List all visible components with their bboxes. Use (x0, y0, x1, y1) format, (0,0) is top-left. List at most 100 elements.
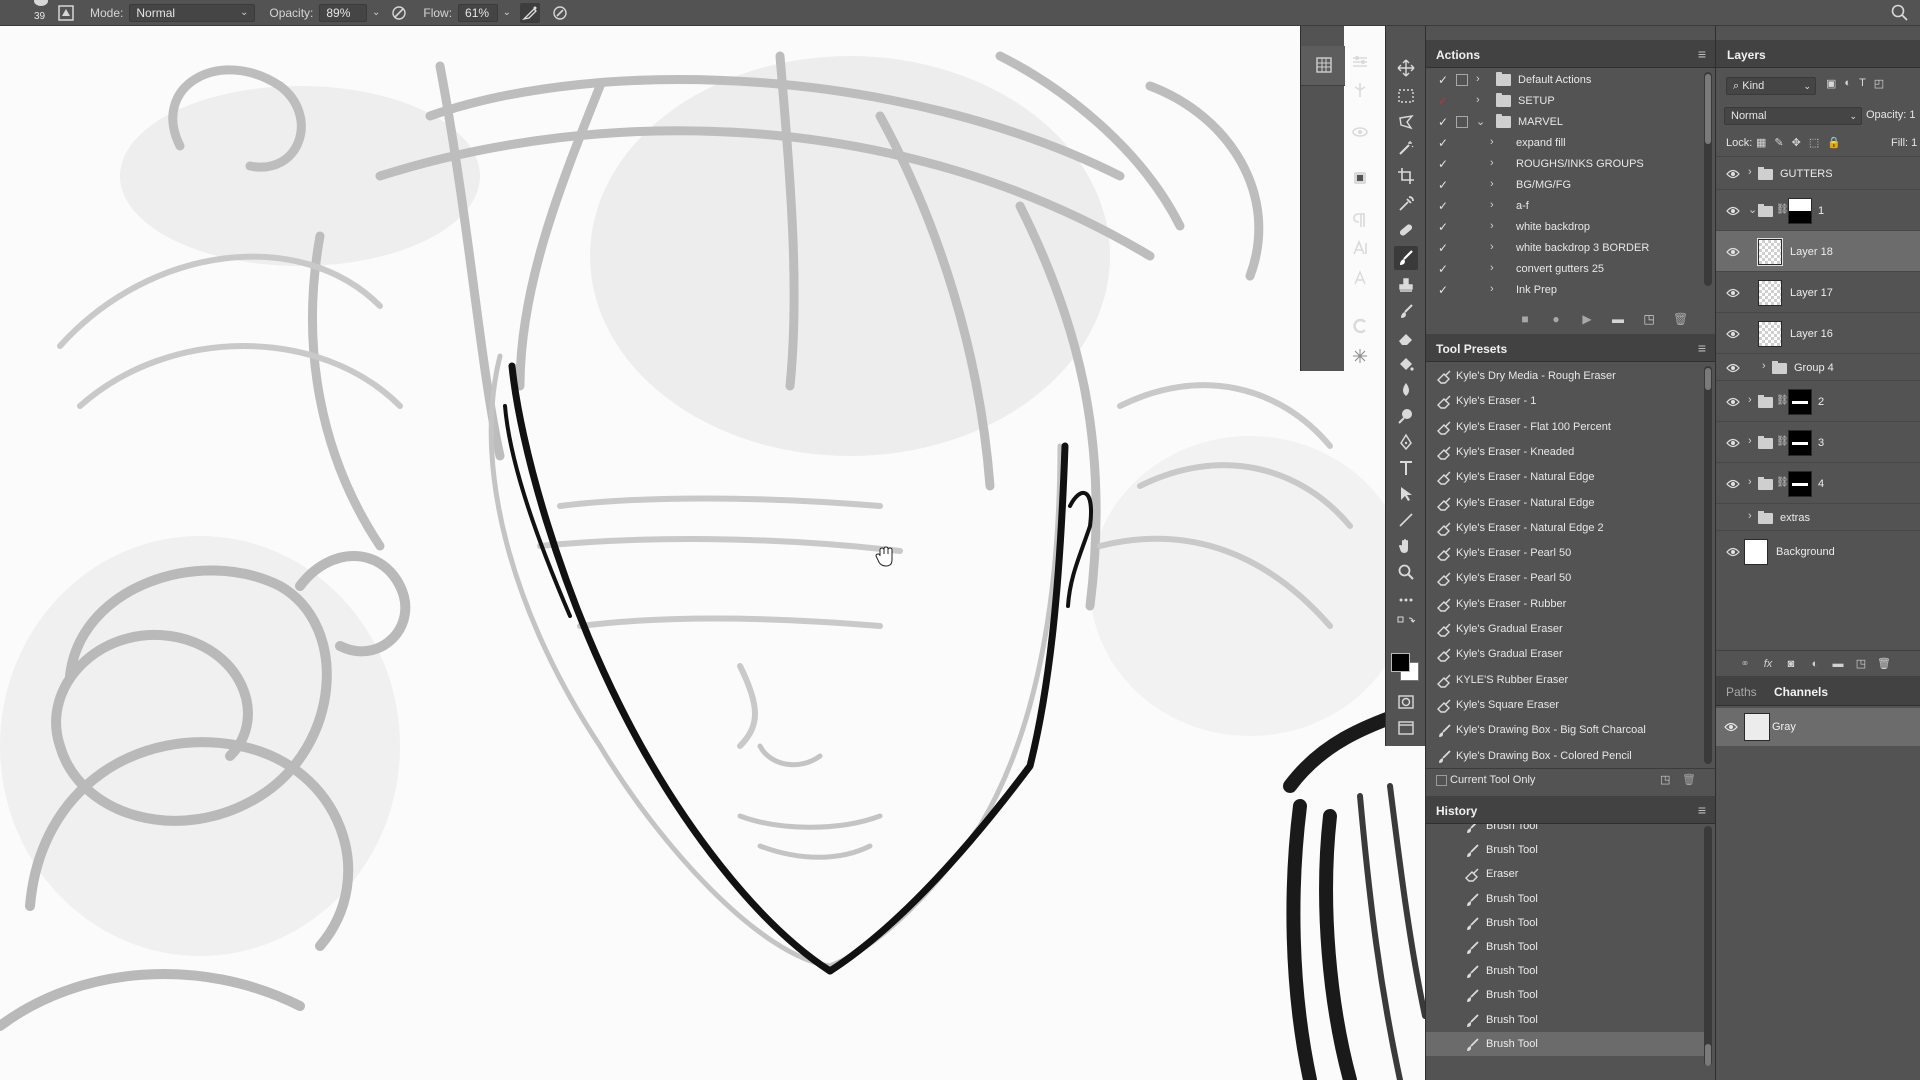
layer-opacity-field[interactable]: Opacity: 1 (1866, 109, 1916, 121)
eye-icon[interactable] (1726, 168, 1740, 180)
line-tool-icon[interactable] (1394, 508, 1418, 532)
tool-preset-item[interactable]: Kyle's Eraser - Natural Edge (1426, 491, 1704, 516)
action-row[interactable]: ✓ › a-f (1426, 196, 1704, 217)
trash-icon[interactable]: 🗑 (1682, 773, 1696, 787)
chevron-right-icon[interactable]: › (1490, 241, 1494, 253)
layer-row[interactable]: › ⛓ 2 (1716, 380, 1920, 421)
blend-mode-select[interactable]: Normal ⌄ (1724, 107, 1862, 125)
history-state[interactable]: Eraser (1426, 862, 1704, 886)
layer-row[interactable]: › GUTTERS (1716, 156, 1920, 189)
quick-mask-icon[interactable] (1394, 690, 1418, 714)
pen-tool-icon[interactable] (1394, 430, 1418, 454)
mode-select[interactable]: Normal ⌄ (129, 3, 256, 22)
tool-preset-item[interactable]: KYLE'S Rubber Eraser (1426, 668, 1704, 693)
eye-icon[interactable] (1726, 396, 1740, 408)
properties-icon[interactable] (1348, 50, 1372, 74)
pressure-size-icon[interactable] (550, 3, 570, 23)
chevron-down-icon[interactable]: ⌄ (1476, 115, 1485, 128)
checkmark-icon[interactable]: ✓ (1436, 157, 1450, 171)
lock-image-icon[interactable]: ✎ (1774, 136, 1783, 149)
new-preset-icon[interactable]: ◳ (1660, 773, 1674, 787)
swap-colors-icon[interactable] (1394, 614, 1418, 628)
lock-all-icon[interactable]: 🔒 (1827, 136, 1841, 149)
healing-brush-tool-icon[interactable] (1394, 218, 1418, 242)
panel-menu-icon[interactable]: ≡ (1698, 802, 1706, 818)
glyphs-icon[interactable] (1348, 266, 1372, 290)
3d-icon[interactable] (1348, 120, 1372, 144)
brush-settings-icon[interactable] (56, 3, 76, 23)
history-state[interactable]: Brush Tool (1426, 959, 1704, 983)
tool-preset-item[interactable]: Kyle's Eraser - Pearl 50 (1426, 541, 1704, 566)
history-state[interactable]: Brush Tool (1426, 1031, 1704, 1056)
new-set-folder-icon[interactable]: ▬ (1611, 312, 1625, 326)
action-row[interactable]: ✓ › white backdrop 3 BORDER (1426, 238, 1704, 259)
crop-tool-icon[interactable] (1394, 164, 1418, 188)
channel-row-gray[interactable]: Gray (1716, 708, 1920, 746)
checkmark-icon[interactable]: ✓ (1436, 241, 1450, 255)
document-canvas[interactable] (0, 26, 1425, 1080)
history-state[interactable]: Brush Tool (1426, 911, 1704, 935)
tool-preset-item[interactable]: Kyle's Drawing Box - Big Soft Charcoal (1426, 718, 1704, 743)
current-tool-only-checkbox[interactable] (1436, 775, 1447, 786)
layer-row[interactable]: › extras (1716, 503, 1920, 530)
layer-row[interactable]: Background (1716, 530, 1920, 571)
eye-icon[interactable] (1726, 362, 1740, 374)
chevron-right-icon[interactable]: › (1490, 178, 1494, 190)
path-selection-tool-icon[interactable] (1394, 482, 1418, 506)
chevron-right-icon[interactable]: › (1476, 94, 1480, 106)
tool-presets-panel-header[interactable]: Tool Presets ≡ (1426, 334, 1716, 362)
chevron-right-icon[interactable]: › (1490, 220, 1494, 232)
history-state[interactable]: Brush Tool (1426, 838, 1704, 862)
pressure-opacity-icon[interactable] (389, 3, 409, 23)
action-set-row[interactable]: ✓ › SETUP (1426, 91, 1704, 112)
eye-icon[interactable] (1726, 512, 1740, 524)
layer-row[interactable]: › ⛓ 3 (1716, 421, 1920, 462)
clone-stamp-tool-icon[interactable] (1394, 274, 1418, 298)
screen-mode-icon[interactable] (1394, 716, 1418, 740)
marquee-tool-icon[interactable] (1394, 84, 1418, 108)
character-icon[interactable] (1348, 166, 1372, 190)
checkmark-icon[interactable]: ✓ (1436, 136, 1450, 150)
eye-icon[interactable] (1726, 246, 1740, 258)
action-row[interactable]: ✓ › Ink Prep (1426, 280, 1704, 301)
hand-tool-icon[interactable] (1394, 534, 1418, 558)
chevron-right-icon[interactable]: › (1748, 510, 1752, 522)
layer-row[interactable]: › Group 4 (1716, 353, 1920, 380)
checkmark-icon[interactable]: ✓ (1436, 178, 1450, 192)
new-action-icon[interactable]: ◳ (1642, 312, 1656, 326)
lasso-tool-icon[interactable] (1394, 110, 1418, 134)
tool-preset-item[interactable]: Kyle's Eraser - Pearl 50 (1426, 566, 1704, 591)
checkmark-icon[interactable]: ✓ (1436, 115, 1450, 129)
tool-preset-item[interactable]: Kyle's Eraser - Flat 100 Percent (1426, 415, 1704, 440)
panel-menu-icon[interactable]: ≡ (1698, 340, 1706, 356)
fx-icon[interactable]: fx (1761, 657, 1775, 671)
checkmark-icon[interactable]: ✓ (1436, 73, 1450, 87)
shape-filter-icon[interactable]: ◰ (1874, 77, 1884, 95)
actions-scrollbar[interactable] (1704, 72, 1712, 286)
brush-tool-icon[interactable] (1394, 246, 1418, 270)
panel-menu-icon[interactable]: ≡ (1698, 46, 1706, 62)
layers-panel-header[interactable]: Layers (1716, 40, 1920, 68)
stop-icon[interactable]: ■ (1518, 312, 1532, 326)
flow-field[interactable]: 61% ⌄ (458, 3, 511, 22)
tab-paths[interactable]: Paths (1726, 685, 1757, 699)
more-tools-icon[interactable] (1394, 588, 1418, 612)
tool-preset-item[interactable]: Kyle's Eraser - 1 (1426, 389, 1704, 414)
paint-bucket-tool-icon[interactable] (1394, 352, 1418, 376)
eye-icon[interactable] (1726, 437, 1740, 449)
pixel-filter-icon[interactable]: ▣ (1826, 77, 1836, 95)
action-set-row[interactable]: ✓ ⌄ MARVEL (1426, 112, 1704, 133)
action-row[interactable]: ✓ › white backdrop (1426, 217, 1704, 238)
chevron-right-icon[interactable]: › (1476, 73, 1480, 85)
trash-icon[interactable]: 🗑 (1877, 657, 1891, 671)
chevron-right-icon[interactable]: › (1490, 262, 1494, 274)
trash-icon[interactable]: 🗑 (1673, 312, 1688, 326)
eye-icon[interactable] (1726, 287, 1740, 299)
layer-row[interactable]: Layer 18 (1716, 230, 1920, 271)
tool-preset-item[interactable]: Kyle's Eraser - Natural Edge (1426, 465, 1704, 490)
history-scrollbar[interactable] (1704, 826, 1712, 1066)
layer-row[interactable]: › ⛓ 4 (1716, 462, 1920, 503)
history-brush-tool-icon[interactable] (1394, 300, 1418, 324)
paragraph-icon[interactable] (1348, 208, 1372, 232)
tool-preset-item[interactable]: Kyle's Drawing Box - Colored Pencil (1426, 744, 1704, 769)
